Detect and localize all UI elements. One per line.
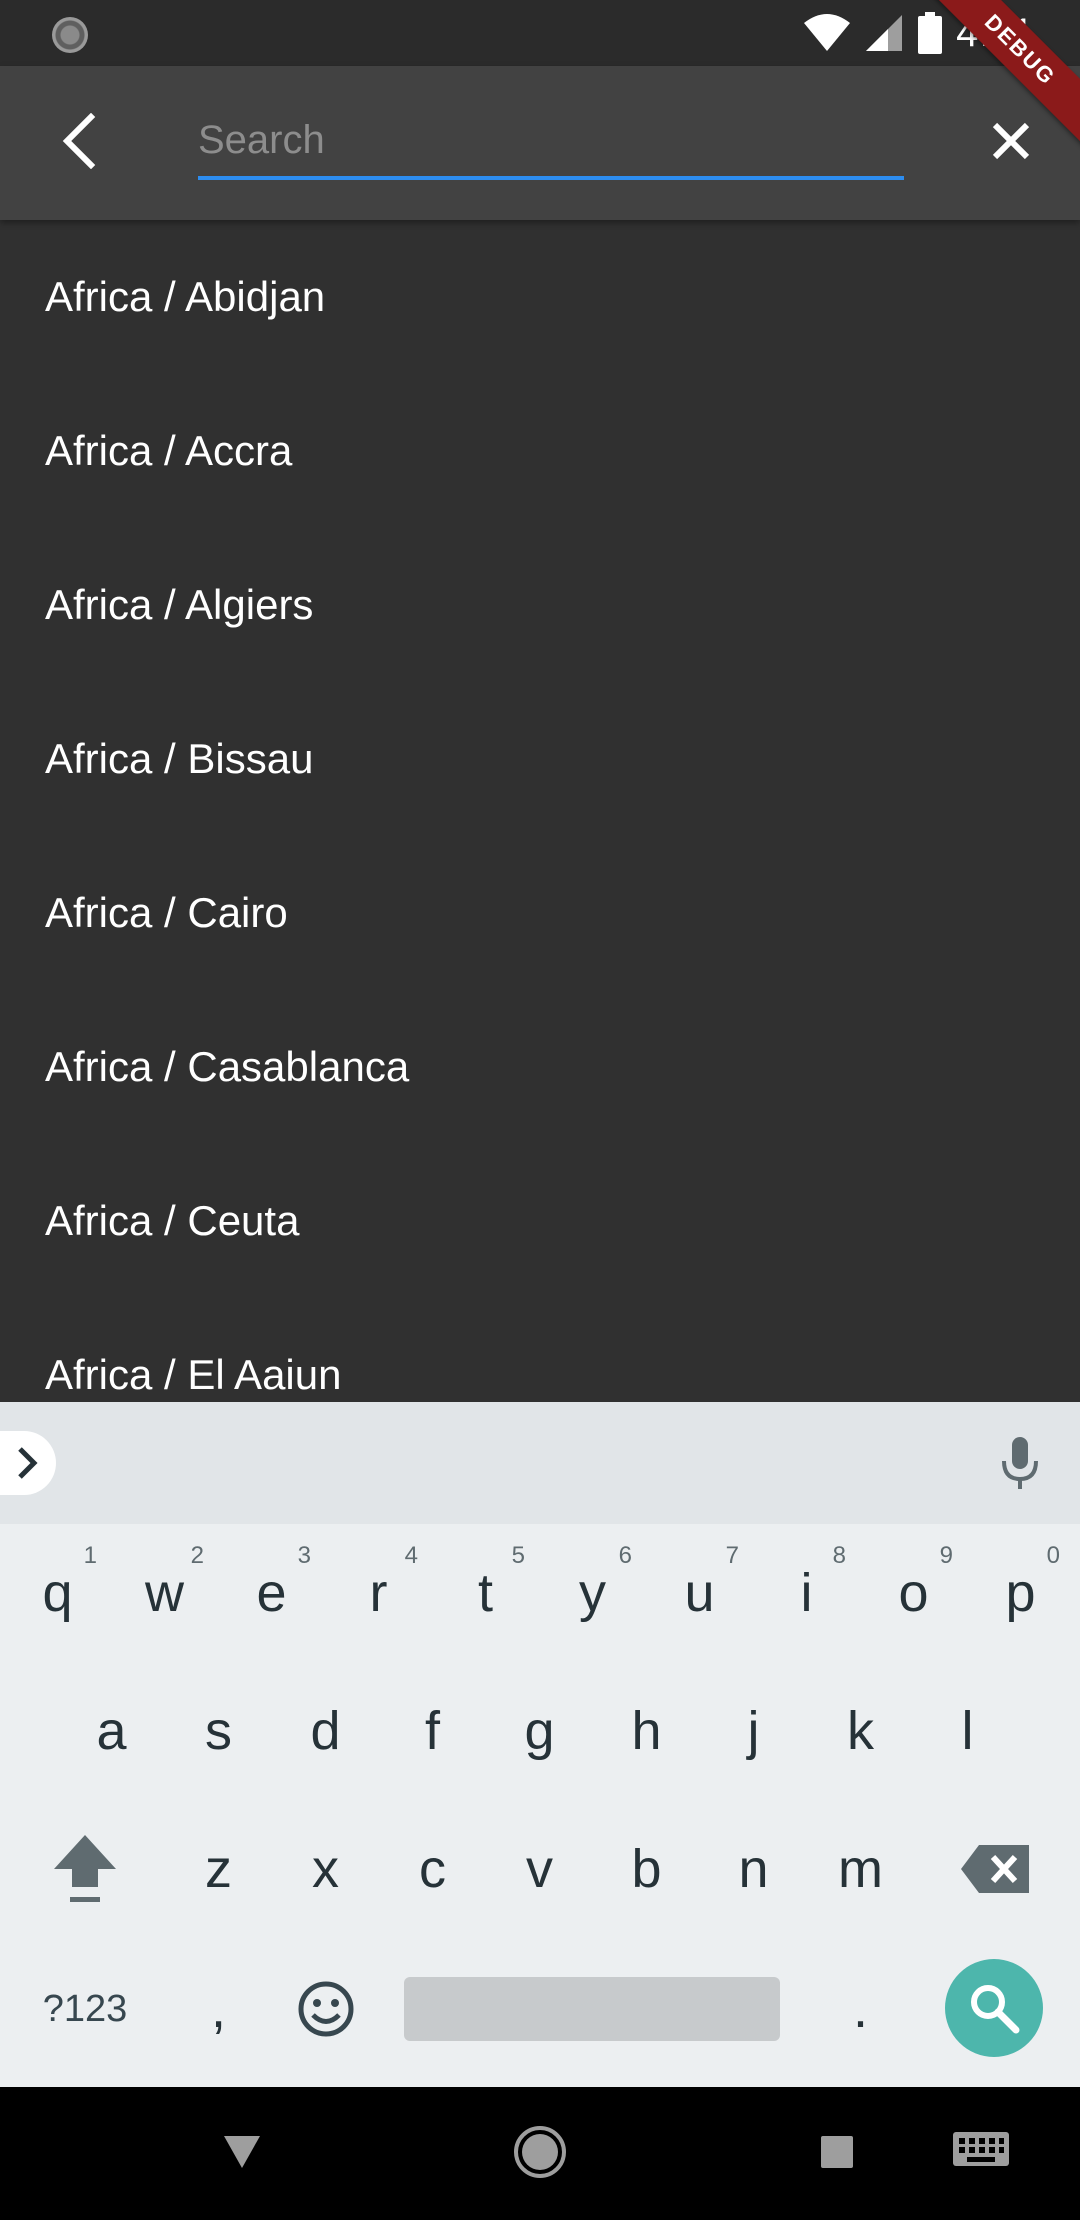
chevron-right-icon — [18, 1447, 38, 1479]
search-icon — [971, 1985, 1020, 2034]
key-hint: 2 — [190, 1542, 204, 1569]
key-label: r — [369, 1563, 388, 1623]
key-label: q — [42, 1563, 73, 1623]
key-v[interactable]: v — [486, 1800, 593, 1938]
list-item[interactable]: Africa / El Aaiun — [0, 1298, 1080, 1402]
microphone-icon — [1002, 1437, 1038, 1489]
key-t[interactable]: t5 — [432, 1524, 539, 1662]
list-item[interactable]: Africa / Bissau — [0, 682, 1080, 836]
key-row-1: q1 w2 e3 r4 t5 y6 u7 i8 o9 p0 — [0, 1524, 1080, 1662]
key-hint: 7 — [725, 1542, 739, 1569]
back-chevron-icon — [62, 113, 96, 169]
emoji-icon — [298, 1981, 353, 2037]
voice-input-button[interactable] — [990, 1434, 1050, 1494]
key-w[interactable]: w2 — [111, 1524, 218, 1662]
key-label: e — [256, 1563, 287, 1623]
list-item[interactable]: Africa / Algiers — [0, 528, 1080, 682]
key-hint: 8 — [832, 1542, 846, 1569]
sync-icon — [52, 17, 88, 53]
key-z[interactable]: z — [165, 1800, 272, 1938]
key-l[interactable]: l — [914, 1662, 1021, 1800]
key-hint: 0 — [1046, 1542, 1060, 1569]
key-label: u — [684, 1563, 715, 1623]
emoji-key[interactable] — [272, 1940, 379, 2078]
key-y[interactable]: y6 — [539, 1524, 646, 1662]
key-b[interactable]: b — [593, 1800, 700, 1938]
list-item[interactable]: Africa / Cairo — [0, 836, 1080, 990]
key-hint: 9 — [939, 1542, 953, 1569]
key-r[interactable]: r4 — [325, 1524, 432, 1662]
list-item[interactable]: Africa / Accra — [0, 374, 1080, 528]
key-label: w — [145, 1563, 184, 1623]
home-icon — [514, 2126, 566, 2178]
search-app-bar — [0, 66, 1080, 220]
shift-key[interactable] — [20, 1800, 150, 1938]
backspace-key[interactable] — [930, 1800, 1060, 1938]
period-key[interactable]: . — [807, 1940, 914, 2078]
close-icon — [992, 122, 1030, 160]
key-e[interactable]: e3 — [218, 1524, 325, 1662]
nav-recents-button[interactable] — [792, 2107, 882, 2197]
list-item[interactable]: Africa / Abidjan — [0, 220, 1080, 374]
nav-back-button[interactable] — [197, 2107, 287, 2197]
list-item[interactable]: Africa / Ceuta — [0, 1144, 1080, 1298]
key-c[interactable]: c — [379, 1800, 486, 1938]
key-m[interactable]: m — [807, 1800, 914, 1938]
key-hint: 1 — [83, 1542, 97, 1569]
key-label: i — [800, 1563, 813, 1623]
back-button[interactable] — [44, 106, 114, 176]
search-action-key[interactable] — [945, 1959, 1043, 2057]
key-f[interactable]: f — [379, 1662, 486, 1800]
soft-keyboard: q1 w2 e3 r4 t5 y6 u7 i8 o9 p0 a s d f g … — [0, 1402, 1080, 2087]
backspace-icon — [961, 1845, 1029, 1893]
system-nav-bar — [0, 2087, 1080, 2220]
keyboard-switch-icon — [953, 2132, 1009, 2166]
key-hint: 5 — [511, 1542, 525, 1569]
key-o[interactable]: o9 — [860, 1524, 967, 1662]
key-j[interactable]: j — [700, 1662, 807, 1800]
key-g[interactable]: g — [486, 1662, 593, 1800]
comma-key[interactable]: , — [165, 1940, 272, 2078]
nav-keyboard-button[interactable] — [936, 2107, 1026, 2197]
signal-icon — [866, 15, 903, 51]
key-n[interactable]: n — [700, 1800, 807, 1938]
suggestion-strip — [0, 1402, 1080, 1524]
wifi-icon — [804, 14, 851, 51]
key-p[interactable]: p0 — [967, 1524, 1074, 1662]
key-q[interactable]: q1 — [4, 1524, 111, 1662]
key-u[interactable]: u7 — [646, 1524, 753, 1662]
list-item[interactable]: Africa / Casablanca — [0, 990, 1080, 1144]
recents-icon — [821, 2136, 853, 2168]
nav-home-button[interactable] — [495, 2107, 585, 2197]
key-x[interactable]: x — [272, 1800, 379, 1938]
key-label: o — [898, 1563, 929, 1623]
key-hint: 4 — [404, 1542, 418, 1569]
search-input[interactable] — [198, 110, 904, 180]
key-row-3: z x c v b n m — [0, 1800, 1080, 1938]
expand-toolbar-button[interactable] — [0, 1431, 56, 1495]
symbols-key[interactable]: ?123 — [20, 1940, 150, 2078]
key-row-2: a s d f g h j k l — [0, 1662, 1080, 1800]
key-k[interactable]: k — [807, 1662, 914, 1800]
key-d[interactable]: d — [272, 1662, 379, 1800]
key-label: t — [477, 1563, 493, 1623]
key-h[interactable]: h — [593, 1662, 700, 1800]
key-i[interactable]: i8 — [753, 1524, 860, 1662]
key-hint: 3 — [297, 1542, 311, 1569]
key-a[interactable]: a — [58, 1662, 165, 1800]
space-bar[interactable] — [404, 1977, 780, 2041]
back-triangle-icon — [224, 2136, 260, 2168]
key-label: y — [579, 1563, 606, 1623]
battery-icon — [918, 12, 943, 54]
status-bar: 4:11 — [0, 0, 1080, 66]
clear-search-button[interactable] — [976, 106, 1046, 176]
key-hint: 6 — [618, 1542, 632, 1569]
key-label: p — [1005, 1563, 1036, 1623]
timezone-list: Africa / Abidjan Africa / Accra Africa /… — [0, 220, 1080, 1402]
key-s[interactable]: s — [165, 1662, 272, 1800]
shift-icon — [54, 1835, 116, 1902]
